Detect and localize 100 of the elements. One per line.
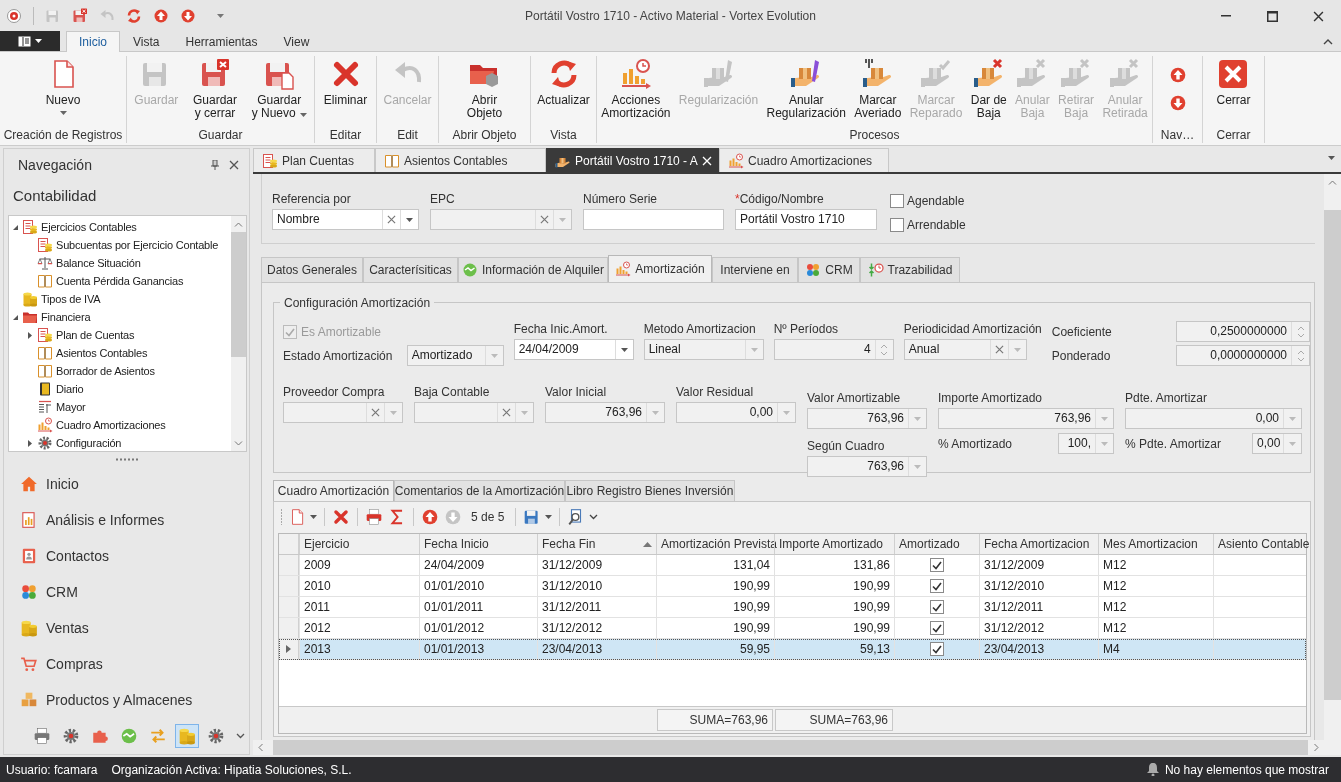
tab[interactable]: Información de Alquiler [458, 257, 608, 282]
column-header[interactable]: Mes Amortizacion [1098, 534, 1213, 554]
expanded-arrow-icon[interactable] [11, 223, 19, 231]
tree-item[interactable]: Borrador de Asientos [9, 362, 231, 380]
quick-access-button[interactable] [153, 8, 169, 24]
tree-item[interactable]: Tipos de IVA [9, 290, 231, 308]
quick-access-button[interactable] [126, 8, 142, 24]
group-label: Procesos [848, 127, 901, 143]
coins-icon [20, 619, 38, 637]
customize-button[interactable] [217, 14, 224, 18]
splitter-grip-icon[interactable] [115, 457, 138, 461]
vertical-scrollbar[interactable] [1324, 174, 1341, 740]
ribbon-button[interactable]: Actualizar [535, 56, 592, 107]
table-cell: 31/12/2009 [537, 555, 656, 575]
tree-item[interactable]: Cuenta Pérdida Ganancias [9, 272, 231, 290]
table-row[interactable]: 2009 24/04/2009 31/12/2009 131,04 131,86 31/12/2009 M12 [279, 555, 1306, 576]
ribbon-button[interactable]: Marcar Averiado [852, 56, 904, 120]
ribbon-button[interactable]: Eliminar [321, 56, 370, 107]
ribbon-button[interactable]: Abrir Objeto [464, 56, 505, 120]
column-header[interactable]: Fecha Fin [537, 534, 656, 554]
nav-section-button[interactable]: Compras [4, 646, 249, 682]
tree-item[interactable]: Cuadro Amortizaciones [9, 416, 231, 434]
tab[interactable]: Trazabilidad [860, 257, 960, 282]
tab[interactable]: Caracterísiticas [363, 257, 458, 282]
checkbox[interactable] [930, 579, 944, 593]
tree-item[interactable]: Diario [9, 380, 231, 398]
document-tab[interactable]: Asientos Contables [375, 148, 546, 172]
ribbon-tab[interactable]: Inicio [66, 31, 120, 52]
checkbox[interactable] [890, 218, 904, 232]
nav-section-button[interactable]: Ventas [4, 610, 249, 646]
quick-access-button[interactable] [180, 8, 196, 24]
nav-section-button[interactable]: Inicio [4, 466, 249, 502]
nav-section-button[interactable]: Contactos [4, 538, 249, 574]
collapse-ribbon-button[interactable] [1323, 38, 1333, 45]
toolbar-button[interactable] [567, 508, 599, 526]
tree-item[interactable]: Configuración [9, 434, 231, 451]
nav-section-button[interactable]: Productos y Almacenes [4, 682, 249, 718]
tab[interactable]: Cuadro Amortización [273, 480, 394, 501]
tree-item[interactable]: Plan de Cuentas [9, 326, 231, 344]
document-tab[interactable]: Portátil Vostro 1710 - A [546, 148, 719, 172]
collapsed-arrow-icon[interactable] [26, 439, 34, 447]
tree-item[interactable]: Mayor [9, 398, 231, 416]
checkbox[interactable] [890, 194, 904, 208]
tree-item[interactable]: Subcuentas por Ejercicio Contable [9, 236, 231, 254]
document-tab[interactable]: Cuadro Amortizaciones [719, 148, 889, 172]
toolbar-button[interactable] [365, 508, 383, 526]
ribbon-button[interactable]: Nuevo [43, 56, 83, 115]
close-icon [387, 215, 396, 224]
table-row[interactable]: 2013 01/01/2013 23/04/2013 59,95 59,13 23/04/2013 M4 [279, 639, 1306, 660]
tab-list-button[interactable] [1328, 156, 1335, 160]
expanded-arrow-icon[interactable] [11, 313, 19, 321]
ribbon-button[interactable]: Cerrar [1214, 56, 1253, 107]
ribbon-button[interactable]: Acciones Amortización [599, 56, 673, 120]
table-row[interactable]: 2010 01/01/2010 31/12/2010 190,99 190,99 31/12/2010 M12 [279, 576, 1306, 597]
ribbon-button[interactable]: Guardar y Nuevo [249, 56, 309, 121]
dropdown-field[interactable]: Nombre [272, 209, 419, 230]
column-header[interactable]: Amortizado [894, 534, 979, 554]
tree-item[interactable]: Asientos Contables [9, 344, 231, 362]
nav-section-button[interactable]: CRM [4, 574, 249, 610]
tree-item[interactable]: Balance Situación [9, 254, 231, 272]
quick-access-button[interactable] [72, 8, 88, 24]
toolbar-grip-icon [280, 509, 283, 525]
ribbon-tab[interactable]: View [270, 31, 323, 52]
tab[interactable]: Amortización [608, 255, 712, 282]
column-header[interactable]: Fecha Amortizacion [979, 534, 1098, 554]
quick-access-button[interactable] [6, 8, 22, 24]
ribbon-tab[interactable]: Vista [120, 31, 173, 52]
ribbon-button[interactable]: Dar de Baja [968, 56, 1009, 120]
toolbar-button[interactable] [332, 508, 350, 526]
tree-item[interactable]: Financiera [9, 308, 231, 326]
ribbon-tab[interactable]: Herramientas [172, 31, 271, 52]
column-header[interactable]: Asiento Contable [1213, 534, 1309, 554]
tab[interactable]: Comentarios de la Amortización [394, 480, 565, 501]
tree-item[interactable]: Ejercicios Contables [9, 218, 231, 236]
spin-arrows-icon [880, 342, 889, 357]
text-field[interactable]: Portátil Vostro 1710 [735, 209, 877, 230]
tab[interactable]: Libro Registro Bienes Inversión [565, 480, 735, 501]
ribbon-button[interactable]: Anular Regularización [764, 56, 848, 120]
column-header[interactable]: Fecha Inicio [419, 534, 537, 554]
table-row[interactable]: 2011 01/01/2011 31/12/2011 190,99 190,99 31/12/2011 M12 [279, 597, 1306, 618]
checkbox[interactable] [930, 642, 944, 656]
dropdown-field[interactable]: 24/04/2009 [513, 339, 634, 360]
tab[interactable]: Datos Generales [261, 257, 363, 282]
column-header[interactable]: Ejercicio [299, 534, 419, 554]
toolbar-button[interactable] [421, 508, 439, 526]
toolbar-button[interactable] [523, 508, 553, 526]
collapsed-arrow-icon[interactable] [26, 331, 34, 339]
checkbox[interactable] [930, 621, 944, 635]
ledger-coins-icon [37, 327, 53, 343]
text-field[interactable] [583, 209, 724, 230]
ribbon-button[interactable]: Guardar y cerrar [190, 56, 239, 120]
nav-section-button[interactable]: Análisis e Informes [4, 502, 249, 538]
tab[interactable]: Interviene en [712, 257, 798, 282]
tab[interactable]: CRM [798, 257, 860, 282]
checkbox[interactable] [930, 600, 944, 614]
checkbox[interactable] [930, 558, 944, 572]
file-menu-button[interactable] [0, 31, 60, 51]
document-tab[interactable]: Plan Cuentas [253, 148, 375, 172]
pin-icon[interactable] [211, 160, 219, 170]
table-cell: 31/12/2012 [979, 618, 1098, 638]
